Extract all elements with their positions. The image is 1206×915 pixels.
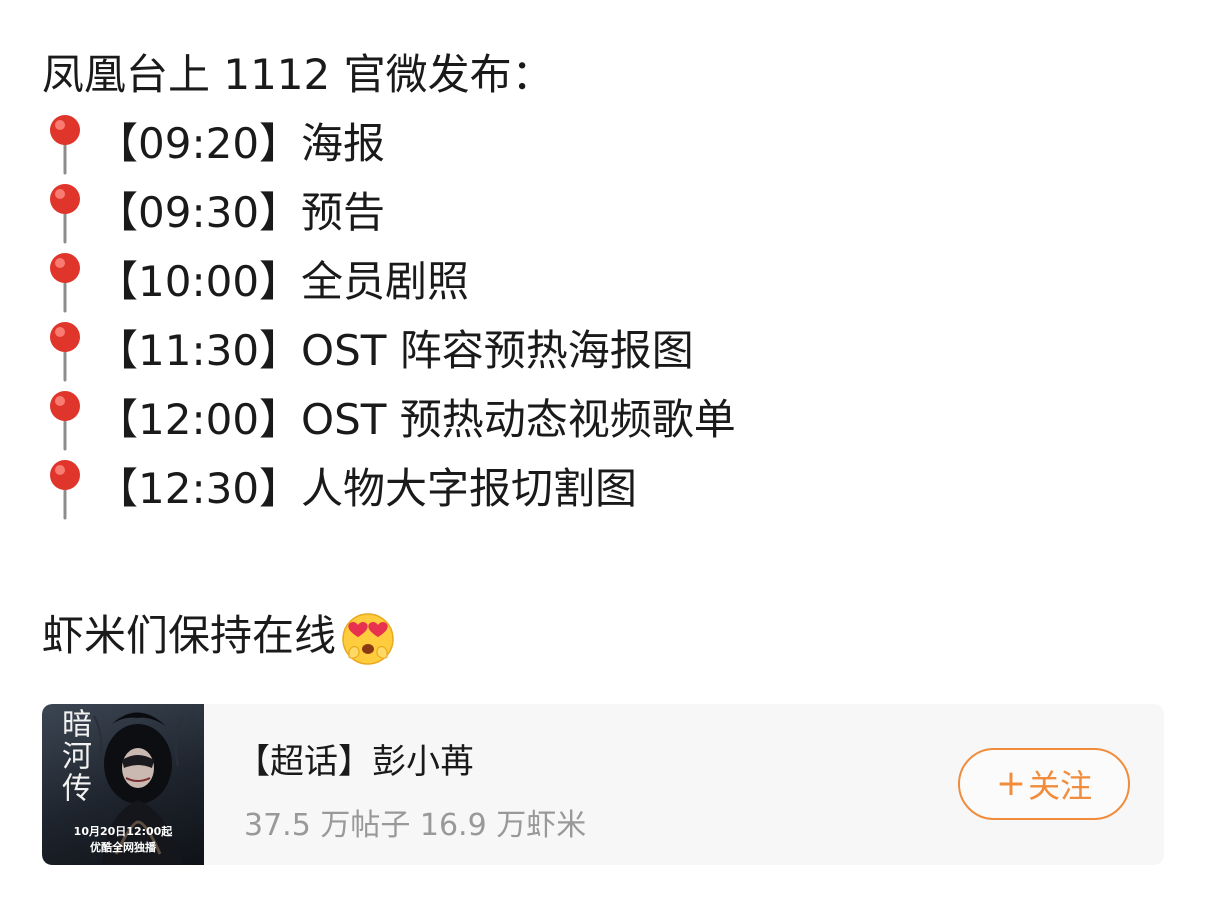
post-body: 凤凰台上 1112 官微发布： 【09:20】海报 【09:30】预告 【10:00… — [42, 40, 1166, 671]
schedule-time: 【10:00】 — [96, 257, 302, 306]
round-pushpin-icon — [42, 316, 92, 385]
schedule-list: 【09:20】海报 【09:30】预告 【10:00】全员剧照 【11:30】OST … — [42, 109, 1166, 523]
heart-eyes-emoji-icon — [340, 611, 396, 667]
schedule-time: 【11:30】 — [96, 326, 302, 375]
schedule-content: OST 阵容预热海报图 — [301, 326, 694, 375]
schedule-content: 海报 — [301, 119, 386, 168]
schedule-item: 【12:00】OST 预热动态视频歌单 — [42, 385, 1166, 454]
schedule-item: 【11:30】OST 阵容预热海报图 — [42, 316, 1166, 385]
round-pushpin-icon — [42, 385, 92, 454]
post-intro: 凤凰台上 1112 官微发布： — [42, 50, 554, 99]
post-closing-line: 虾米们保持在线 — [42, 601, 1166, 671]
topic-cover-image[interactable]: 暗河传 10月20日12:00起 优酷全网独播 — [42, 704, 204, 865]
schedule-item: 【09:20】海报 — [42, 109, 1166, 178]
round-pushpin-icon — [42, 454, 92, 523]
round-pushpin-icon — [42, 178, 92, 247]
schedule-item: 【12:30】人物大字报切割图 — [42, 454, 1166, 523]
cover-title: 暗河传 — [56, 708, 91, 804]
schedule-content: OST 预热动态视频歌单 — [301, 395, 736, 444]
schedule-time: 【12:00】 — [96, 395, 302, 444]
follow-button[interactable]: + 关注 — [958, 748, 1130, 820]
schedule-time: 【09:30】 — [96, 188, 302, 237]
schedule-time: 【12:30】 — [96, 464, 302, 513]
schedule-item: 【10:00】全员剧照 — [42, 247, 1166, 316]
schedule-content: 人物大字报切割图 — [301, 464, 638, 513]
round-pushpin-icon — [42, 247, 92, 316]
topic-title[interactable]: 【超话】彭小苒 — [236, 734, 474, 783]
closing-text: 虾米们保持在线 — [42, 611, 337, 660]
plus-icon: + — [995, 763, 1027, 804]
super-topic-card[interactable]: 暗河传 10月20日12:00起 优酷全网独播 【超话】彭小苒 37.5 万帖子… — [42, 704, 1164, 865]
schedule-content: 全员剧照 — [301, 257, 470, 306]
round-pushpin-icon — [42, 109, 92, 178]
follow-label: 关注 — [1028, 767, 1093, 805]
schedule-time: 【09:20】 — [96, 119, 302, 168]
cover-platform: 优酷全网独播 — [90, 841, 156, 854]
topic-stats: 37.5 万帖子 16.9 万虾米 — [244, 808, 587, 843]
schedule-item: 【09:30】预告 — [42, 178, 1166, 247]
schedule-content: 预告 — [301, 188, 386, 237]
cover-date: 10月20日12:00起 — [73, 825, 173, 838]
